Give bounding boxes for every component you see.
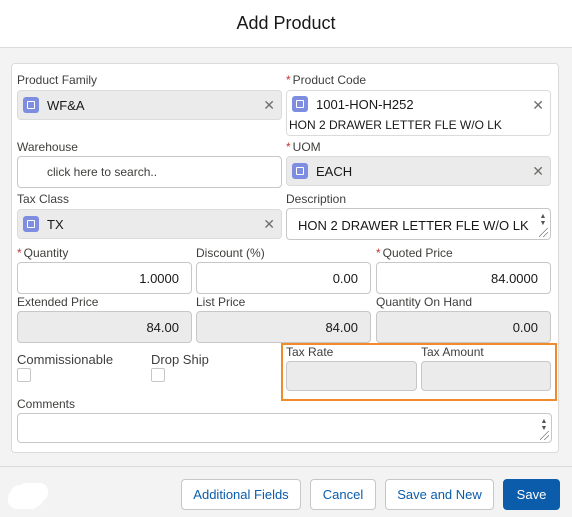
tax-amount-value <box>421 361 551 391</box>
extended-price-label: Extended Price <box>17 295 99 309</box>
modal-footer: Additional Fields Cancel Save and New Sa… <box>0 466 572 517</box>
resize-handle-icon[interactable] <box>540 431 549 440</box>
cancel-button[interactable]: Cancel <box>310 479 376 510</box>
comments-textarea[interactable]: ▲ ▼ <box>17 413 552 443</box>
close-icon[interactable]: ✕ <box>263 97 275 113</box>
description-value: HON 2 DRAWER LETTER FLE W/O LK <box>298 218 529 233</box>
save-button[interactable]: Save <box>503 479 560 510</box>
uom-lookup[interactable]: EACH ✕ <box>286 156 551 186</box>
commissionable-label: Commissionable <box>17 352 114 367</box>
quantity-on-hand-value: 0.00 <box>376 311 551 343</box>
warehouse-search-input[interactable] <box>18 164 281 180</box>
discount-label: Discount (%) <box>196 246 265 260</box>
uom-label: * UOM <box>286 140 321 154</box>
tax-class-lookup[interactable]: TX ✕ <box>17 209 282 239</box>
tax-amount-label: Tax Amount <box>421 345 484 359</box>
product-family-value: WF&A <box>47 97 85 113</box>
product-family-label: Product Family <box>17 73 98 87</box>
commissionable-checkbox[interactable] <box>17 368 31 382</box>
comments-label: Comments <box>17 397 76 411</box>
record-lookup-icon <box>292 96 308 112</box>
product-code-value: 1001-HON-H252 <box>316 97 414 112</box>
record-lookup-icon <box>23 97 39 113</box>
drop-ship-label: Drop Ship <box>151 352 209 367</box>
modal-header: Add Product <box>0 0 572 48</box>
product-code-label: * Product Code <box>286 73 367 87</box>
tax-rate-label: Tax Rate <box>286 345 334 359</box>
product-form-card: Product Family WF&A ✕ * Product Code 1001… <box>11 63 559 453</box>
close-icon[interactable]: ✕ <box>532 163 544 179</box>
modal-body: Product Family WF&A ✕ * Product Code 1001… <box>0 48 572 466</box>
quantity-label: * Quantity <box>17 246 69 260</box>
quantity-on-hand-label: Quantity On Hand <box>376 295 473 309</box>
product-family-lookup[interactable]: WF&A ✕ <box>17 90 282 120</box>
required-marker: * <box>376 246 381 260</box>
save-and-new-button[interactable]: Save and New <box>385 479 494 510</box>
list-price-value: 84.00 <box>196 311 371 343</box>
list-price-label: List Price <box>196 295 246 309</box>
scroll-arrows-icon: ▲ ▼ <box>539 213 547 227</box>
required-marker: * <box>286 73 291 87</box>
warehouse-search[interactable] <box>17 156 282 188</box>
close-icon[interactable]: ✕ <box>532 97 544 113</box>
description-label: Description <box>286 192 347 206</box>
quoted-price-label: * Quoted Price <box>376 246 453 260</box>
record-lookup-icon <box>292 163 308 179</box>
quantity-input[interactable]: 1.0000 <box>17 262 192 294</box>
product-code-subtext: HON 2 DRAWER LETTER FLE W/O LK <box>289 118 502 132</box>
additional-fields-button[interactable]: Additional Fields <box>181 479 301 510</box>
record-lookup-icon <box>23 216 39 232</box>
resize-handle-icon[interactable] <box>539 228 548 237</box>
drop-ship-checkbox[interactable] <box>151 368 165 382</box>
required-marker: * <box>17 246 22 260</box>
uom-value: EACH <box>316 163 353 179</box>
close-icon[interactable]: ✕ <box>263 216 275 232</box>
tax-rate-value <box>286 361 417 391</box>
tax-class-label: Tax Class <box>17 192 70 206</box>
scroll-arrows-icon: ▲ ▼ <box>540 418 548 432</box>
warehouse-label: Warehouse <box>17 140 78 154</box>
quoted-price-input[interactable]: 84.0000 <box>376 262 551 294</box>
required-marker: * <box>286 140 291 154</box>
extended-price-value: 84.00 <box>17 311 192 343</box>
tax-class-value: TX <box>47 216 64 232</box>
modal-title: Add Product <box>236 13 336 33</box>
avatar-icon <box>10 485 44 507</box>
product-code-lookup[interactable]: 1001-HON-H252 ✕ HON 2 DRAWER LETTER FLE … <box>286 90 551 136</box>
discount-input[interactable]: 0.00 <box>196 262 371 294</box>
description-textarea[interactable]: HON 2 DRAWER LETTER FLE W/O LK ▲ ▼ <box>286 208 551 240</box>
